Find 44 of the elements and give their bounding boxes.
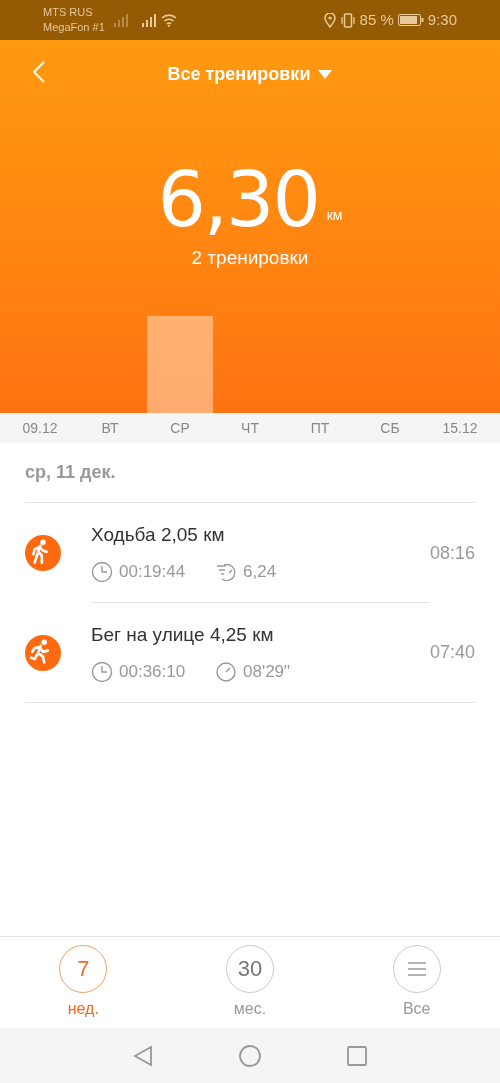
- distance-unit: км: [326, 206, 343, 225]
- workout-time: 08:16: [429, 541, 475, 565]
- wifi-icon: [160, 13, 177, 27]
- signal-icon: [140, 13, 157, 27]
- day-label: ВТ: [101, 418, 119, 438]
- home-nav-icon[interactable]: [239, 1044, 261, 1067]
- day-label: ЧТ: [241, 418, 259, 438]
- status-time: 9:30: [427, 9, 457, 30]
- workout-time: 07:40: [429, 641, 475, 664]
- walker-icon: [25, 535, 61, 571]
- back-nav-icon[interactable]: [133, 1044, 153, 1067]
- back-icon: [32, 60, 46, 84]
- vibrate-icon: [339, 12, 356, 28]
- menu-icon: [407, 961, 426, 976]
- workout-filter-dropdown[interactable]: Все тренировки: [167, 61, 333, 88]
- workout-metric: 08'29": [243, 661, 291, 683]
- caret-icon: [318, 70, 333, 79]
- battery-percent: 85 %: [359, 9, 394, 30]
- day-label: 15.12: [442, 418, 478, 438]
- workout-title: Ходьба 2,05 км: [91, 522, 226, 547]
- date-heading: ср, 11 дек.: [25, 443, 475, 503]
- workout-duration: 00:19:44: [119, 561, 187, 583]
- carrier-name: MegaFon #1: [43, 20, 105, 35]
- recents-nav-icon[interactable]: [347, 1045, 367, 1066]
- period-tab[interactable]: 7 нед.: [0, 937, 167, 1028]
- day-label: СР: [170, 418, 190, 438]
- day-label: СБ: [380, 418, 400, 438]
- workout-metric: 6,24: [243, 561, 277, 583]
- stopwatch-icon: [215, 660, 237, 683]
- workout-duration: 00:36:10: [119, 661, 187, 683]
- signal-icon: [112, 13, 129, 27]
- clock-icon: [91, 660, 113, 683]
- workout-title: Бег на улице 4,25 км: [91, 622, 275, 647]
- day-label: ПТ: [310, 418, 330, 438]
- total-distance: 6,30: [157, 160, 319, 240]
- carrier-name: MTS RUS: [43, 5, 94, 20]
- battery-icon: [397, 14, 424, 26]
- period-tab[interactable]: 30 мес.: [166, 937, 334, 1028]
- runner-icon: [25, 634, 61, 671]
- workout-count: 2 тренировки: [191, 246, 309, 270]
- clock-icon: [91, 560, 113, 583]
- location-icon: [323, 12, 336, 28]
- period-tab[interactable]: Все: [333, 937, 500, 1028]
- day-label: 09.12: [22, 418, 58, 438]
